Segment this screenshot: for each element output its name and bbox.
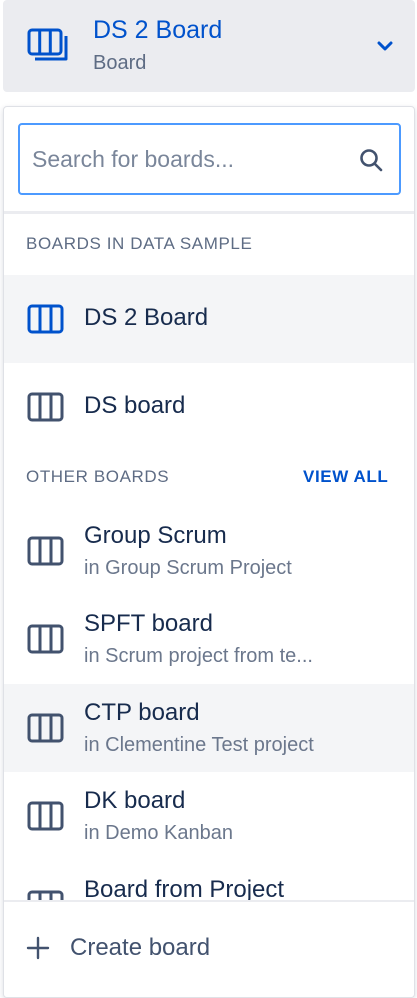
board-project: in Clementine Test project [84, 734, 314, 756]
chevron-down-icon[interactable] [375, 38, 395, 54]
board-switcher-button[interactable]: DS 2 Board Board [3, 0, 415, 92]
board-item-group-scrum[interactable]: Group Scrum in Group Scrum Project [4, 507, 414, 595]
board-name: DS board [84, 392, 186, 419]
current-board-title: DS 2 Board [93, 16, 223, 44]
board-icon [27, 392, 64, 422]
board-item-ctp-board[interactable]: CTP board in Clementine Test project [4, 684, 414, 772]
board-name: DS 2 Board [84, 304, 209, 331]
board-icon [27, 801, 64, 831]
board-name: Group Scrum [84, 522, 227, 549]
board-item-spft-board[interactable]: SPFT board in Scrum project from te... [4, 595, 414, 683]
board-project: in Group Scrum Project [84, 557, 292, 579]
search-input[interactable] [32, 143, 332, 175]
board-name: DK board [84, 787, 186, 814]
plus-icon [26, 936, 50, 960]
board-project: in Scrum project from te... [84, 645, 313, 667]
board-icon [27, 304, 64, 334]
board-icon [27, 713, 64, 743]
board-project: in Demo Kanban [84, 822, 233, 844]
create-board-label: Create board [70, 934, 211, 961]
board-stack-icon [27, 28, 68, 61]
board-item-ds-2-board[interactable]: DS 2 Board [4, 275, 414, 363]
board-icon [27, 536, 64, 566]
board-name: CTP board [84, 699, 200, 726]
board-dropdown-panel: BOARDS IN DATA SAMPLE DS 2 Board DS boar… [3, 106, 415, 998]
current-board-subtitle: Board [93, 52, 147, 74]
board-name: SPFT board [84, 610, 213, 637]
board-icon [27, 624, 64, 654]
divider [4, 211, 414, 214]
view-all-link[interactable]: VIEW ALL [303, 467, 388, 487]
search-icon[interactable] [358, 147, 384, 173]
section-heading-other-boards: OTHER BOARDS [26, 467, 170, 486]
section-heading-data-sample: BOARDS IN DATA SAMPLE [26, 234, 253, 253]
search-field[interactable] [18, 123, 401, 195]
board-item-dk-board[interactable]: DK board in Demo Kanban [4, 772, 414, 860]
board-item-ds-board[interactable]: DS board [4, 363, 414, 451]
create-board-button[interactable]: Create board [4, 900, 414, 997]
